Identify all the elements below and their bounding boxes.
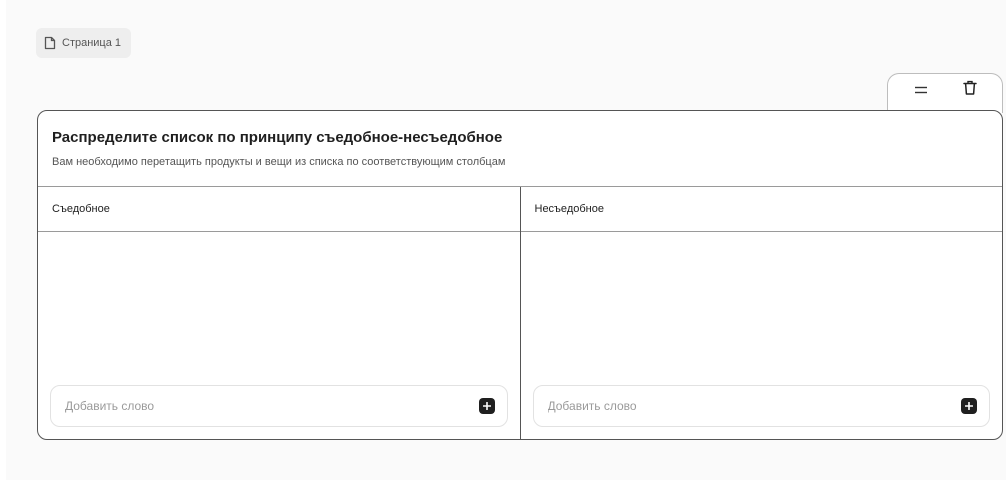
sorting-task-card: Распределите список по принципу съедобно… bbox=[37, 110, 1003, 440]
drag-handle-icon bbox=[914, 82, 928, 100]
page-canvas: Страница 1 Распределите список по принци… bbox=[6, 0, 1006, 480]
delete-button[interactable] bbox=[957, 78, 983, 104]
block-toolbar bbox=[887, 73, 1003, 113]
add-word-button[interactable] bbox=[478, 397, 495, 415]
trash-icon bbox=[962, 80, 977, 101]
drag-handle-button[interactable] bbox=[908, 78, 934, 104]
add-word-input[interactable] bbox=[547, 399, 961, 413]
task-subtitle: Вам необходимо перетащить продукты и вещ… bbox=[52, 156, 506, 168]
column-inedible[interactable]: Несъедобное bbox=[519, 187, 1002, 439]
column-header: Несъедобное bbox=[520, 187, 1002, 232]
column-header: Съедобное bbox=[38, 187, 520, 232]
task-title: Распределите список по принципу съедобно… bbox=[52, 129, 503, 146]
plus-icon bbox=[482, 397, 491, 415]
add-word-input[interactable] bbox=[65, 399, 479, 413]
add-word-field bbox=[532, 385, 990, 427]
add-word-field bbox=[50, 385, 508, 427]
plus-icon bbox=[964, 397, 974, 415]
document-icon bbox=[44, 36, 56, 50]
page-tab-label: Страница 1 bbox=[62, 37, 122, 49]
column-edible[interactable]: Съедобное bbox=[38, 187, 520, 439]
columns: Съедобное Несъедобное bbox=[38, 187, 1002, 439]
add-word-button[interactable] bbox=[961, 398, 977, 414]
page-tab[interactable]: Страница 1 bbox=[36, 28, 132, 58]
task-header: Распределите список по принципу съедобно… bbox=[38, 111, 1002, 187]
